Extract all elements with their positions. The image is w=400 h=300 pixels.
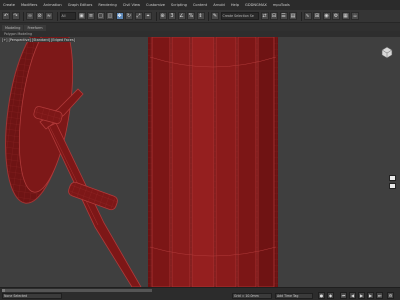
menu-help[interactable]: Help xyxy=(231,3,239,7)
menu-civil-view[interactable]: Civil View xyxy=(123,3,140,7)
toolbar-divider xyxy=(56,11,58,21)
layer-explorer-icon[interactable]: ☰ xyxy=(279,12,288,20)
redo-icon[interactable]: ↷ xyxy=(11,12,20,20)
render-icon[interactable]: ☕ xyxy=(351,12,359,20)
scale-icon[interactable]: ⤢ xyxy=(134,12,143,20)
play-icon[interactable]: ▶ xyxy=(358,292,365,299)
rotate-icon[interactable]: ↻ xyxy=(125,12,133,20)
toolbar-divider xyxy=(300,11,302,21)
column-model[interactable] xyxy=(148,37,278,287)
menu-arnold[interactable]: Arnold xyxy=(213,3,225,7)
placement-icon[interactable]: ⌖ xyxy=(144,12,152,20)
menu-customize[interactable]: Customize xyxy=(146,3,165,7)
undo-icon[interactable]: ↶ xyxy=(2,12,10,20)
menu-create[interactable]: Create xyxy=(3,3,15,7)
navigation-wheel-icon[interactable] xyxy=(389,175,396,181)
ribbon: Modeling Freeform xyxy=(0,23,400,31)
next-frame-icon[interactable]: ▶ xyxy=(367,292,374,299)
set-key-button[interactable]: ◆ xyxy=(327,292,334,299)
menu-modifiers[interactable]: Modifiers xyxy=(21,3,37,7)
menu-bar: Create Modifiers Animation Graph Editors… xyxy=(0,0,400,10)
render-setup-icon[interactable]: ⚙ xyxy=(332,12,340,20)
spinner-snap-icon[interactable]: ⇕ xyxy=(196,12,205,20)
select-object-icon[interactable]: ▣ xyxy=(77,12,86,20)
viewport-label[interactable]: [+] [Perspective] [Standard] [Edged Face… xyxy=(1,38,76,42)
edit-named-sets-icon[interactable]: ✎ xyxy=(211,12,219,20)
time-slider-thumb[interactable] xyxy=(2,289,5,292)
toolbar-divider xyxy=(208,11,209,21)
select-by-name-icon[interactable]: ≡ xyxy=(87,12,95,20)
selection-status: None Selected xyxy=(2,293,62,299)
menu-rendering[interactable]: Rendering xyxy=(98,3,116,7)
time-config-icon[interactable]: ⚙ xyxy=(387,292,394,299)
viewcube-icon[interactable] xyxy=(380,45,394,59)
move-icon[interactable]: ✥ xyxy=(115,12,124,20)
grid-readout: Grid = 10.0mm xyxy=(232,293,272,299)
prev-frame-icon[interactable]: ◀ xyxy=(349,292,356,299)
viewport-side-controls xyxy=(389,175,397,191)
toggle-ribbon-icon[interactable]: ▤ xyxy=(289,12,297,20)
mirror-icon[interactable]: ⇄ xyxy=(260,12,269,20)
stand-arm-model[interactable] xyxy=(33,88,142,287)
perspective-viewport[interactable]: [+] [Perspective] [Standard] [Edged Face… xyxy=(0,37,400,287)
pivot-icon[interactable]: ⊕ xyxy=(158,12,167,20)
snap-toggle-icon[interactable]: 3 xyxy=(168,12,176,20)
auto-key-button[interactable]: ● xyxy=(318,292,325,299)
unlink-icon[interactable]: ⊘ xyxy=(35,12,44,20)
ribbon-panel-label: Polygon Modeling xyxy=(4,32,33,36)
rect-selection-icon[interactable]: □ xyxy=(96,12,105,20)
scene-canvas[interactable] xyxy=(0,37,400,287)
rendered-frame-icon[interactable]: ▦ xyxy=(341,12,350,20)
go-to-start-icon[interactable]: ⏮ xyxy=(340,292,347,299)
menu-mputools[interactable]: mpuTools xyxy=(273,3,290,7)
go-to-end-icon[interactable]: ⏭ xyxy=(376,292,383,299)
window-crossing-icon[interactable]: ◫ xyxy=(106,12,114,20)
menu-gddngmax[interactable]: GDDNGMAX xyxy=(245,3,267,7)
bind-icon[interactable]: ≈ xyxy=(45,12,53,20)
menu-content[interactable]: Content xyxy=(193,3,207,7)
align-icon[interactable]: ⊟ xyxy=(270,12,278,20)
selection-filter-dropdown[interactable]: All xyxy=(59,12,76,20)
curve-editor-icon[interactable]: ∿ xyxy=(303,12,312,20)
material-editor-icon[interactable]: ◉ xyxy=(322,12,331,20)
menu-graph-editors[interactable]: Graph Editors xyxy=(68,3,93,7)
main-toolbar: ↶ ↷ ∞ ⊘ ≈ All ▣ ≡ □ ◫ ✥ ↻ ⤢ ⌖ ⊕ 3 ∠ % ⇕ … xyxy=(0,10,400,23)
toolbar-divider xyxy=(23,11,24,21)
schematic-view-icon[interactable]: ⊞ xyxy=(313,12,321,20)
zoom-extents-icon[interactable] xyxy=(389,183,396,189)
percent-snap-icon[interactable]: % xyxy=(187,12,195,20)
link-icon[interactable]: ∞ xyxy=(26,12,34,20)
menu-scripting[interactable]: Scripting xyxy=(171,3,187,7)
toolbar-divider xyxy=(155,11,157,21)
angle-snap-icon[interactable]: ∠ xyxy=(177,12,186,20)
add-time-tag-button[interactable]: Add Time Tag xyxy=(275,293,313,299)
time-slider[interactable] xyxy=(2,289,152,292)
menu-animation[interactable]: Animation xyxy=(43,3,61,7)
named-selection-dropdown[interactable]: Create Selection Se xyxy=(220,12,259,20)
status-bar: None Selected Grid = 10.0mm Add Time Tag… xyxy=(0,287,400,300)
